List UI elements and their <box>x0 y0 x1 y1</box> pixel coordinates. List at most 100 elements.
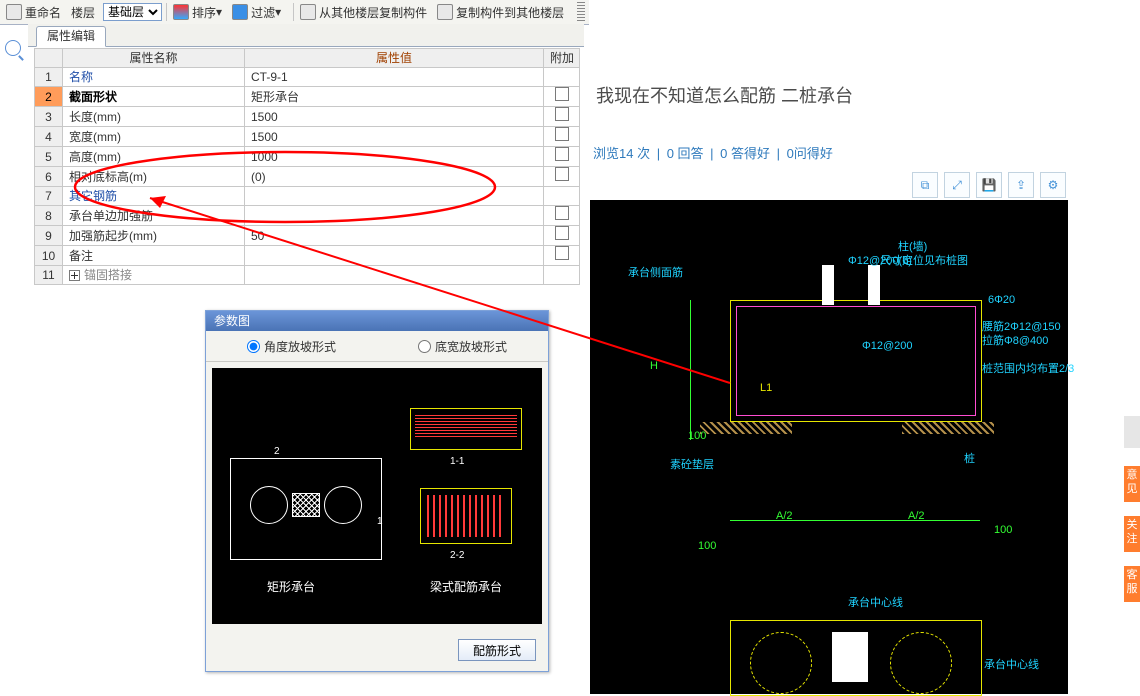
radio-width-input[interactable] <box>418 340 431 353</box>
checkbox-icon[interactable] <box>555 87 569 101</box>
pile-text: 桩 <box>964 450 975 466</box>
cad-settings-button[interactable]: ⚙ <box>1040 172 1066 198</box>
rebar-mid-label: Φ12@200 <box>862 340 913 352</box>
pile-circle <box>250 486 288 524</box>
prop-value[interactable] <box>245 187 544 206</box>
slope-mode-group: 角度放坡形式 底宽放坡形式 <box>206 331 548 362</box>
table-row[interactable]: 3长度(mm)1500 <box>35 107 580 127</box>
copy-from-icon <box>300 4 316 20</box>
plan-column <box>832 632 868 682</box>
prop-extra[interactable] <box>544 226 580 246</box>
checkbox-icon[interactable] <box>555 147 569 161</box>
checkbox-icon[interactable] <box>555 127 569 141</box>
prop-extra[interactable] <box>544 107 580 127</box>
copy-to-icon <box>437 4 453 20</box>
prop-value[interactable]: 矩形承台 <box>245 87 544 107</box>
float-service[interactable]: 客服 <box>1124 566 1140 602</box>
section-1-label: 1-1 <box>450 456 464 467</box>
checkbox-icon[interactable] <box>555 246 569 260</box>
cad-expand-button[interactable]: ⤢ <box>944 172 970 198</box>
table-row[interactable]: 9加强筋起步(mm)50 <box>35 226 580 246</box>
col-corner <box>35 49 63 68</box>
checkbox-icon[interactable] <box>555 206 569 220</box>
parameter-panel: 参数图 角度放坡形式 底宽放坡形式 2 1 矩形承台 1-1 2-2 梁式配筋承… <box>205 310 549 672</box>
prop-value[interactable] <box>245 206 544 226</box>
cad-save-button[interactable]: 💾 <box>976 172 1002 198</box>
right-panel: 我现在不知道怎么配筋 二桩承台 浏览14 次 | 0 回答 | 0 答得好 | … <box>590 0 1140 694</box>
prop-value[interactable]: 1000 <box>245 147 544 167</box>
table-row[interactable]: 4宽度(mm)1500 <box>35 127 580 147</box>
row-number: 1 <box>35 68 63 87</box>
search-icon[interactable] <box>5 40 21 56</box>
chevron-down-icon: ▾ <box>275 5 281 19</box>
radio-angle-slope[interactable]: 角度放坡形式 <box>247 338 336 355</box>
filter-label: 过滤 <box>251 4 275 21</box>
float-gray[interactable] <box>1124 416 1140 448</box>
filter-button[interactable]: 过滤▾ <box>230 1 283 23</box>
cad-drawing[interactable]: Φ12@200(6) Φ12@200 柱(墙) 尺寸定位见布桩图 6Φ20 腰筋… <box>590 200 1068 694</box>
prop-extra[interactable] <box>544 127 580 147</box>
table-row[interactable]: 11锚固搭接 <box>35 266 580 285</box>
prop-value[interactable] <box>245 266 544 285</box>
table-row[interactable]: 2截面形状矩形承台 <box>35 87 580 107</box>
tab-property-edit[interactable]: 属性编辑 <box>36 26 106 47</box>
table-row[interactable]: 10备注 <box>35 246 580 266</box>
stat-answers: 0 回答 <box>667 146 704 161</box>
prop-extra[interactable] <box>544 246 580 266</box>
section-2-label: 2-2 <box>450 550 464 561</box>
floor-button[interactable]: 楼层 <box>69 1 97 23</box>
prop-extra[interactable] <box>544 187 580 206</box>
rename-label: 重命名 <box>25 4 61 21</box>
filter-icon <box>232 4 248 20</box>
prop-value[interactable] <box>245 246 544 266</box>
prop-value[interactable]: 1500 <box>245 107 544 127</box>
rename-button[interactable]: 重命名 <box>4 1 63 23</box>
float-follow[interactable]: 关注 <box>1124 516 1140 552</box>
radio-angle-label: 角度放坡形式 <box>264 338 336 355</box>
prop-name: 承台单边加强筋 <box>63 206 245 226</box>
cad-copy-button[interactable]: ⧉ <box>912 172 938 198</box>
checkbox-icon[interactable] <box>555 107 569 121</box>
prop-name: 名称 <box>63 68 245 87</box>
table-row[interactable]: 1名称CT-9-1 <box>35 68 580 87</box>
prop-extra[interactable] <box>544 206 580 226</box>
plus-icon[interactable] <box>69 270 80 281</box>
prop-name: 其它钢筋 <box>63 187 245 206</box>
prop-extra[interactable] <box>544 266 580 285</box>
prop-extra[interactable] <box>544 68 580 87</box>
prop-extra[interactable] <box>544 167 580 187</box>
table-row[interactable]: 5高度(mm)1000 <box>35 147 580 167</box>
sort-label: 排序 <box>192 4 216 21</box>
radio-width-slope[interactable]: 底宽放坡形式 <box>418 338 507 355</box>
cad-share-button[interactable]: ⇪ <box>1008 172 1034 198</box>
floor-select[interactable]: 基础层 <box>103 3 162 21</box>
sort-button[interactable]: 排序▾ <box>171 1 224 23</box>
prop-extra[interactable] <box>544 147 580 167</box>
float-feedback[interactable]: 意见 <box>1124 466 1140 502</box>
chevron-down-icon: ▾ <box>216 5 222 19</box>
rebar-form-button[interactable]: 配筋形式 <box>458 639 536 661</box>
radio-angle-input[interactable] <box>247 340 260 353</box>
row-number: 8 <box>35 206 63 226</box>
copy-to-button[interactable]: 复制构件到其他楼层 <box>435 1 566 23</box>
tab-strip: 属性编辑 <box>28 24 584 47</box>
prop-value[interactable]: 1500 <box>245 127 544 147</box>
prop-value[interactable]: 50 <box>245 226 544 246</box>
prop-extra[interactable] <box>544 87 580 107</box>
table-row[interactable]: 6相对底标高(m)(0) <box>35 167 580 187</box>
table-row[interactable]: 8承台单边加强筋 <box>35 206 580 226</box>
row-number: 11 <box>35 266 63 285</box>
main-toolbar: 重命名 楼层 基础层 排序▾ 过滤▾ 从其他楼层复制构件 复制构件到其他楼层 <box>0 0 589 25</box>
checkbox-icon[interactable] <box>555 226 569 240</box>
plan-caption: 矩形承台 <box>267 578 315 595</box>
prop-value[interactable]: CT-9-1 <box>245 68 544 87</box>
checkbox-icon[interactable] <box>555 167 569 181</box>
table-row[interactable]: 7其它钢筋 <box>35 187 580 206</box>
section-1 <box>410 408 522 450</box>
col-extra: 附加 <box>544 49 580 68</box>
copy-from-button[interactable]: 从其他楼层复制构件 <box>298 1 429 23</box>
dim-H: H <box>650 360 658 372</box>
topbar-label: 6Φ20 <box>988 294 1015 306</box>
prop-name: 长度(mm) <box>63 107 245 127</box>
prop-value[interactable]: (0) <box>245 167 544 187</box>
